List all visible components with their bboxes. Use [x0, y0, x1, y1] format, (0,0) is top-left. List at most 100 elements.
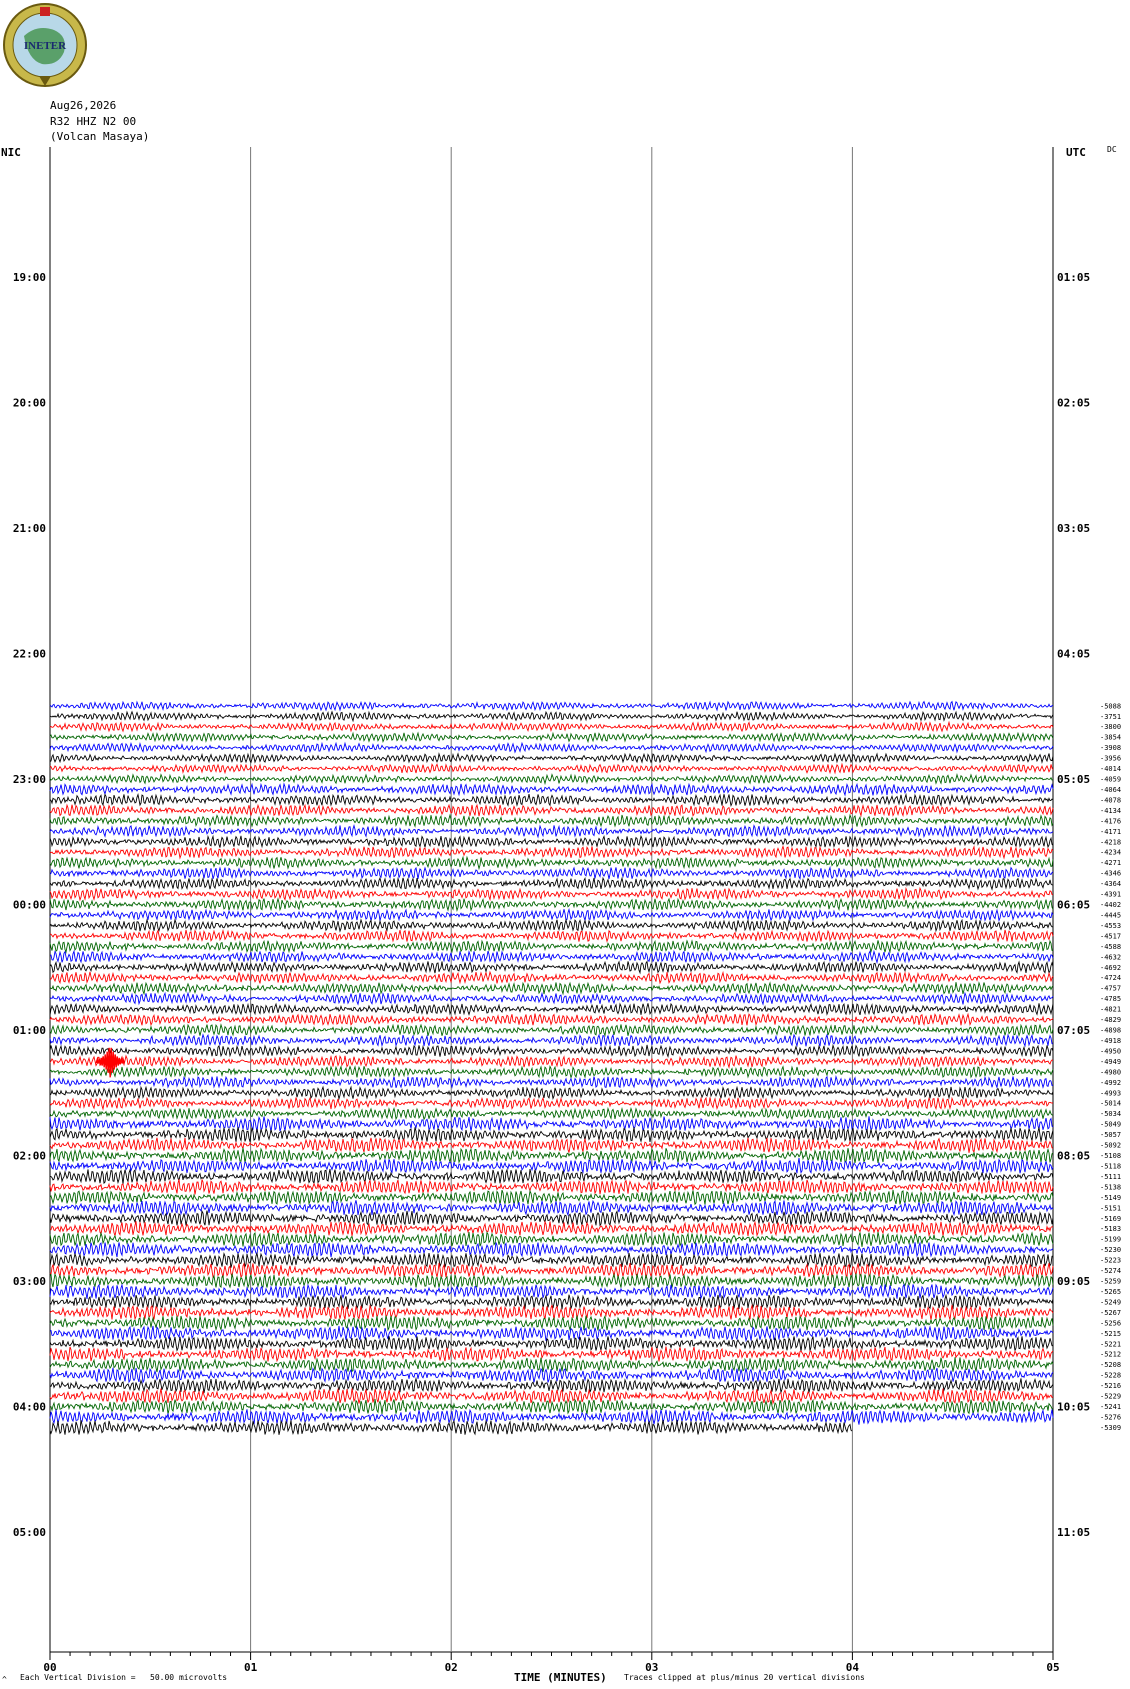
- seismic-trace: [49, 1272, 1054, 1289]
- dc-offset-label: -4402: [1100, 901, 1121, 909]
- dc-offset-label: -5118: [1100, 1162, 1121, 1170]
- svg-text:INETER: INETER: [24, 40, 67, 52]
- dc-offset-label: -5309: [1100, 1424, 1121, 1432]
- seismic-trace: [49, 1179, 1054, 1195]
- dc-offset-label: -5199: [1100, 1236, 1121, 1244]
- right-axis-label: UTC: [1066, 146, 1086, 159]
- dc-offset-label: -4364: [1100, 880, 1121, 888]
- right-time-label: 07:05: [1057, 1024, 1090, 1037]
- seismic-trace: [49, 949, 1054, 965]
- seismic-trace: [49, 1262, 1054, 1279]
- dc-offset-label: -4949: [1100, 1058, 1121, 1066]
- seismic-trace: [49, 741, 1054, 754]
- dc-offset-label: -5256: [1100, 1319, 1121, 1327]
- seismic-trace: [49, 792, 1054, 807]
- dc-offset-label: -4176: [1100, 817, 1121, 825]
- seismic-trace: [49, 886, 1054, 902]
- dc-offset-label: -5108: [1100, 1152, 1121, 1160]
- seismic-trace: [49, 855, 1054, 871]
- dc-offset-label: -4918: [1100, 1037, 1121, 1045]
- seismic-trace: [49, 813, 1054, 828]
- dc-offset-label: -4064: [1100, 786, 1121, 794]
- seismic-trace: [49, 731, 1054, 744]
- seismic-trace: [49, 928, 1054, 943]
- dc-offset-label: -4134: [1100, 807, 1121, 815]
- dc-offset-label: -4950: [1100, 1047, 1121, 1055]
- seismic-trace: [49, 1209, 1054, 1227]
- seismic-trace: [49, 970, 1054, 986]
- dc-offset-label: -5215: [1100, 1330, 1121, 1338]
- header-date: Aug26,2026: [50, 99, 117, 112]
- seismic-trace: [49, 897, 1054, 912]
- dc-offset-label: -4517: [1100, 932, 1121, 940]
- seismic-trace: [49, 991, 1054, 1006]
- dc-offset-label: -5221: [1100, 1340, 1121, 1348]
- left-time-label: 04:00: [13, 1401, 46, 1414]
- seismic-trace: [49, 1137, 1054, 1154]
- dc-offset-label: -5228: [1100, 1372, 1121, 1380]
- dc-offset-label: -5183: [1100, 1225, 1121, 1233]
- left-time-label: 23:00: [13, 773, 46, 786]
- seismic-trace: [49, 834, 1054, 849]
- dc-offset-label: -5274: [1100, 1267, 1121, 1275]
- dc-offset-label: -5249: [1100, 1298, 1121, 1306]
- seismic-trace: [49, 1147, 1054, 1164]
- seismic-trace: [49, 1012, 1054, 1027]
- right-time-label: 02:05: [1057, 397, 1090, 410]
- dc-offset-label: -4993: [1100, 1089, 1121, 1097]
- dc-offset-label: -4346: [1100, 870, 1121, 878]
- right-time-label: 09:05: [1057, 1275, 1090, 1288]
- dc-offset-label: -5088: [1100, 702, 1121, 710]
- seismic-trace: [49, 1189, 1054, 1206]
- left-time-label: 01:00: [13, 1024, 46, 1037]
- dc-offset-label: -3751: [1100, 713, 1121, 721]
- dc-offset-label: -4692: [1100, 964, 1121, 972]
- right-time-label: 10:05: [1057, 1401, 1090, 1414]
- dc-offset-label: -5092: [1100, 1142, 1121, 1150]
- dc-offset-label: -5111: [1100, 1173, 1121, 1181]
- dc-offset-label: -4059: [1100, 776, 1121, 784]
- division-note: Each Vertical Division = 50.00 microvolt…: [20, 1673, 228, 1682]
- clip-note: Traces clipped at plus/minus 20 vertical…: [624, 1673, 865, 1682]
- dc-offset-label: -4757: [1100, 985, 1121, 993]
- seismic-trace: [49, 918, 1053, 933]
- dc-offset-label: -4588: [1100, 943, 1121, 951]
- x-tick-label: 05: [1046, 1661, 1059, 1674]
- dc-offset-label: -4829: [1100, 1016, 1121, 1024]
- left-time-label: 19:00: [13, 271, 46, 284]
- x-axis-title: TIME (MINUTES): [514, 1671, 607, 1684]
- right-time-label: 08:05: [1057, 1150, 1090, 1163]
- left-time-label: 02:00: [13, 1150, 46, 1163]
- dc-label: DC: [1107, 145, 1117, 154]
- seismic-trace: [49, 939, 1054, 954]
- seismic-trace: [49, 876, 1054, 891]
- seismic-trace: [49, 1033, 1054, 1048]
- left-time-label: 20:00: [13, 397, 46, 410]
- dc-offset-label: -5229: [1100, 1393, 1121, 1401]
- dc-offset-label: -5223: [1100, 1257, 1121, 1265]
- seismic-trace: [49, 752, 1054, 764]
- dc-offset-label: -5259: [1100, 1278, 1121, 1286]
- dc-offset-label: -5208: [1100, 1361, 1121, 1369]
- seismic-trace: [49, 865, 1054, 880]
- dc-offset-label: -5265: [1100, 1288, 1121, 1296]
- x-tick-label: 02: [445, 1661, 458, 1674]
- right-time-label: 04:05: [1057, 648, 1090, 661]
- seismic-trace: [49, 1241, 1054, 1258]
- dc-offset-label: -5049: [1100, 1121, 1121, 1129]
- helicorder-chart: 00 01 02 03 04 0519:0020:0021:0022:0023:0000:…: [13, 147, 1121, 1674]
- dc-offset-label: -4632: [1100, 953, 1121, 961]
- seismic-trace: [49, 1085, 1054, 1101]
- dc-offset-label: -5057: [1100, 1131, 1121, 1139]
- seismic-trace: [49, 1346, 1054, 1363]
- seismic-trace: [49, 762, 1054, 775]
- dc-offset-label: -4898: [1100, 1027, 1121, 1035]
- dc-offset-label: -4271: [1100, 859, 1121, 867]
- x-tick-label: 01: [244, 1661, 258, 1674]
- dc-offset-label: -3908: [1100, 744, 1121, 752]
- right-time-label: 03:05: [1057, 522, 1090, 535]
- dc-offset-label: -5276: [1100, 1413, 1121, 1421]
- dc-offset-label: -5212: [1100, 1351, 1121, 1359]
- dc-offset-label: -4445: [1100, 911, 1121, 919]
- seismic-trace: [49, 823, 1054, 839]
